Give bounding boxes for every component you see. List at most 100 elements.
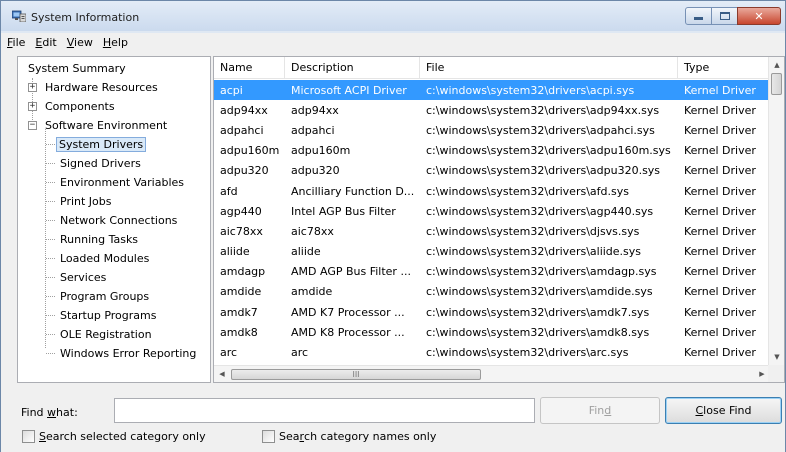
table-row[interactable]: amdk7 AMD K7 Processor ... c:\windows\syst… <box>214 302 770 322</box>
menu-help-accelerator: H <box>102 35 112 49</box>
menu-file-label: ile <box>12 35 26 49</box>
tree-connector <box>46 220 55 221</box>
find-button[interactable]: Fin d <box>540 397 660 424</box>
column-header-name[interactable]: Name <box>214 57 285 79</box>
vertical-scrollbar[interactable]: ▲ ▼ <box>768 57 784 365</box>
close-button[interactable]: ✕ <box>737 7 781 25</box>
cell-description: Microsoft ACPI Driver <box>291 83 407 97</box>
tree-item-label: Signed Drivers <box>60 157 141 170</box>
cell-description: adpu320 <box>291 164 340 178</box>
tree-item-components[interactable]: + Components <box>28 97 119 116</box>
tree-item-services[interactable]: Services <box>56 268 110 287</box>
cell-type: Kernel Driver <box>684 224 756 238</box>
cell-description: adp94xx <box>291 103 339 117</box>
tree-item-running-tasks[interactable]: Running Tasks <box>56 230 142 249</box>
drivers-list[interactable]: Name Description File Type acpi Microsoft… <box>213 56 785 383</box>
cell-file: c:\windows\system32\drivers\adpu320.sys <box>426 164 661 178</box>
menu-edit[interactable]: Edit <box>35 36 56 49</box>
tree-item-label: Software Environment <box>45 119 168 132</box>
option-label: ch category names only <box>304 430 437 443</box>
menu-file[interactable]: File <box>7 36 25 49</box>
category-tree[interactable]: System Summary + Hardware Resources + Co… <box>17 56 211 383</box>
table-row[interactable]: adpu160m adpu160m c:\windows\system32\driv… <box>214 141 770 161</box>
cell-file: c:\windows\system32\drivers\adp94xx.sys <box>426 103 660 117</box>
scroll-up-arrow-icon[interactable]: ▲ <box>769 57 784 73</box>
expand-plus-icon[interactable]: + <box>28 83 37 92</box>
find-label-text: Find <box>21 406 48 419</box>
table-row[interactable]: amdagp AMD AGP Bus Filter ... c:\windows\s… <box>214 262 770 282</box>
tree-item-ole-registration[interactable]: OLE Registration <box>56 325 156 344</box>
collapse-minus-icon[interactable]: − <box>28 121 37 130</box>
search-category-names-option[interactable]: Sea r ch category names only <box>262 430 436 443</box>
find-what-input[interactable] <box>114 398 535 423</box>
table-row[interactable]: afd Ancilliary Function D... c:\windows\sy… <box>214 181 770 201</box>
tree-item-label: Network Connections <box>60 214 178 227</box>
table-row[interactable]: amdk8 AMD K8 Processor ... c:\windows\syst… <box>214 322 770 342</box>
menu-view[interactable]: View <box>67 36 93 49</box>
tree-item-network-connections[interactable]: Network Connections <box>56 211 181 230</box>
table-row[interactable]: aliide aliide c:\windows\system32\drivers\… <box>214 242 770 262</box>
tree-item-windows-error-reporting[interactable]: Windows Error Reporting <box>56 344 200 363</box>
cell-type: Kernel Driver <box>684 245 756 259</box>
table-row[interactable]: adp94xx adp94xx c:\windows\system32\driver… <box>214 100 770 120</box>
tree-item-signed-drivers[interactable]: Signed Drivers <box>56 154 145 173</box>
tree-item-system-summary[interactable]: System Summary <box>24 59 130 78</box>
scroll-left-arrow-icon[interactable]: ◀ <box>214 366 230 382</box>
table-row[interactable]: adpahci adpahci c:\windows\system32\driver… <box>214 120 770 140</box>
cell-name: agp440 <box>220 204 262 218</box>
tree-item-startup-programs[interactable]: Startup Programs <box>56 306 160 325</box>
cell-description: adpu160m <box>291 144 351 158</box>
vertical-scroll-thumb[interactable] <box>771 73 782 95</box>
search-selected-category-option[interactable]: Search selected category only <box>22 430 206 443</box>
tree-item-loaded-modules[interactable]: Loaded Modules <box>56 249 153 268</box>
title-bar[interactable]: System Information ✕ <box>1 1 785 31</box>
search-selected-category-checkbox[interactable] <box>22 430 35 443</box>
table-row[interactable]: agp440 Intel AGP Bus Filter c:\windows\sys… <box>214 201 770 221</box>
tree-item-print-jobs[interactable]: Print Jobs <box>56 192 116 211</box>
cell-description: Ancilliary Function D... <box>291 184 415 198</box>
system-information-app-icon <box>12 10 26 22</box>
column-header-description[interactable]: Description <box>285 57 420 79</box>
table-row[interactable]: amdide amdide c:\windows\system32\drivers\… <box>214 282 770 302</box>
menu-view-accelerator: V <box>66 35 75 49</box>
cell-description: AMD K8 Processor ... <box>291 325 405 339</box>
tree-connector <box>46 353 55 354</box>
column-header-file[interactable]: File <box>420 57 678 79</box>
scroll-down-arrow-icon[interactable]: ▼ <box>769 349 784 365</box>
option-accelerator: S <box>39 430 46 443</box>
minimize-button[interactable] <box>685 7 712 25</box>
horizontal-scrollbar[interactable]: ◀ III ▶ <box>214 365 770 382</box>
cell-name: adpu320 <box>220 164 269 178</box>
search-category-names-checkbox[interactable] <box>262 430 275 443</box>
tree-item-software-environment[interactable]: − Software Environment <box>28 116 171 135</box>
tree-item-program-groups[interactable]: Program Groups <box>56 287 153 306</box>
close-find-button[interactable]: Close Find <box>665 397 782 424</box>
column-header-type[interactable]: Type <box>678 57 770 79</box>
tree-item-environment-variables[interactable]: Environment Variables <box>56 173 188 192</box>
find-button-label: Fin <box>588 404 605 417</box>
menu-help[interactable]: Help <box>103 36 128 49</box>
cell-type: Kernel Driver <box>684 285 756 299</box>
table-row[interactable]: arc arc c:\windows\system32\drivers\arc.sy… <box>214 342 770 362</box>
cell-type: Kernel Driver <box>684 346 756 360</box>
table-row[interactable]: adpu320 adpu320 c:\windows\system32\driver… <box>214 161 770 181</box>
caption-buttons: ✕ <box>685 7 781 25</box>
maximize-button[interactable] <box>711 7 738 25</box>
cell-type: Kernel Driver <box>684 164 756 178</box>
expand-plus-icon[interactable]: + <box>28 102 37 111</box>
tree-item-label: Running Tasks <box>60 233 139 246</box>
cell-file: c:\windows\system32\drivers\acpi.sys <box>426 83 635 97</box>
table-row[interactable]: aic78xx aic78xx c:\windows\system32\driver… <box>214 221 770 241</box>
tree-connector <box>46 163 55 164</box>
cell-type: Kernel Driver <box>684 265 756 279</box>
tree-item-hardware-resources[interactable]: + Hardware Resources <box>28 78 162 97</box>
menu-help-label: elp <box>111 35 128 49</box>
close-find-accelerator: C <box>695 404 704 417</box>
cell-description: Intel AGP Bus Filter <box>291 204 396 218</box>
horizontal-scroll-thumb[interactable]: III <box>231 369 481 380</box>
maximize-icon <box>719 12 730 20</box>
table-row[interactable]: acpi Microsoft ACPI Driver c:\windows\syst… <box>214 80 770 101</box>
cell-file: c:\windows\system32\drivers\amdk8.sys <box>426 325 650 339</box>
cell-file: c:\windows\system32\drivers\agp440.sys <box>426 204 654 218</box>
tree-item-system-drivers[interactable]: System Drivers <box>56 135 147 154</box>
